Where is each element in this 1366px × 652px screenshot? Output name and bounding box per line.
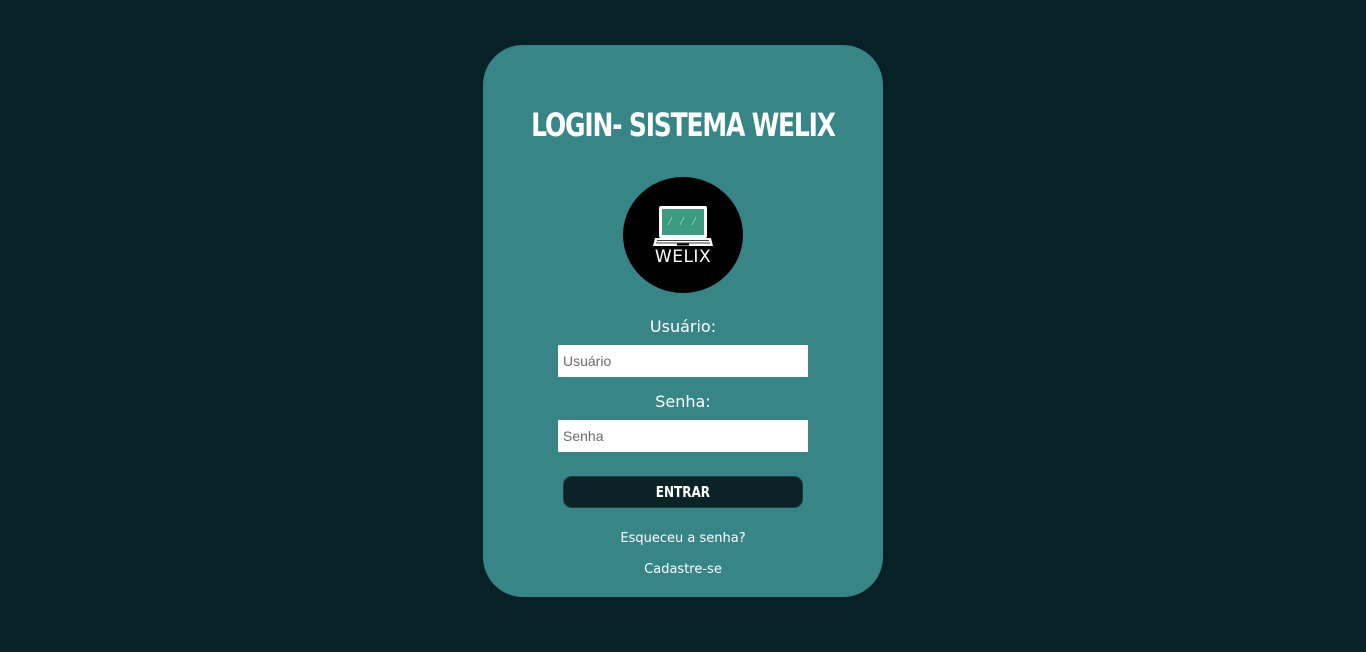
login-button-label: ENTRAR	[655, 483, 711, 501]
forgot-password-link[interactable]: Esqueceu a senha?	[483, 531, 883, 546]
username-label: Usuário:	[649, 317, 717, 336]
password-label: Senha:	[655, 392, 711, 411]
page-title: LOGIN- SISTEMA WELIX	[531, 106, 836, 144]
login-card: LOGIN- SISTEMA WELIX WELIX Usuário: Senh…	[483, 45, 883, 597]
laptop-icon	[653, 206, 713, 246]
register-link[interactable]: Cadastre-se	[483, 562, 883, 577]
welix-logo: WELIX	[623, 177, 743, 293]
logo-text: WELIX	[654, 247, 712, 267]
username-input[interactable]	[558, 345, 808, 377]
login-button[interactable]: ENTRAR	[563, 476, 803, 508]
password-input[interactable]	[558, 420, 808, 452]
